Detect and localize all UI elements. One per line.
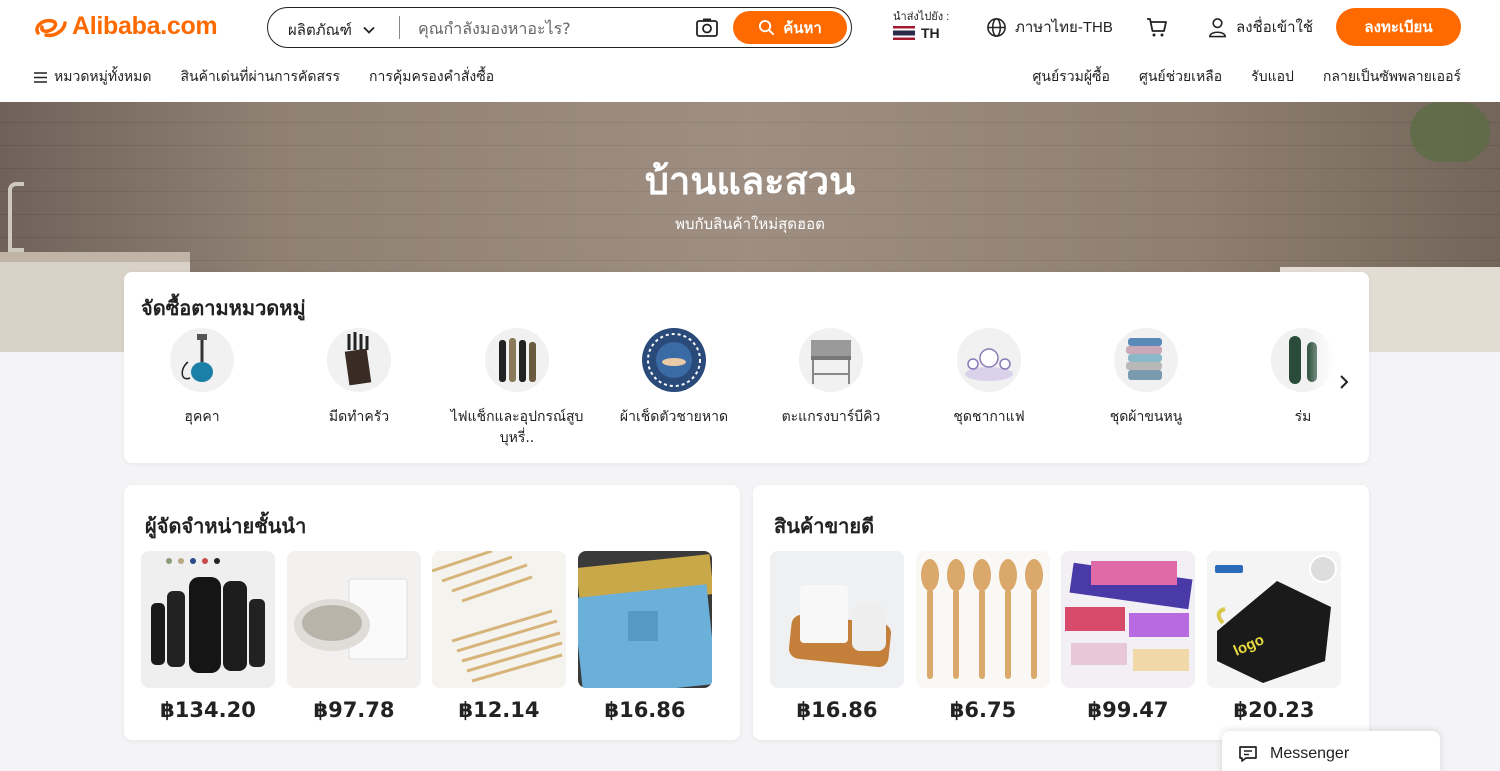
search-icon [759, 19, 775, 36]
category-label: ชุดผ้าขนหนู [1109, 409, 1183, 425]
category-item-lighters[interactable]: ไฟแช็กและอุปกรณ์สูบบุหรี่.. [437, 328, 597, 449]
category-item-tea-set[interactable]: ชุดชากาแฟ [909, 328, 1069, 428]
category-label: ฮุคคา [184, 409, 220, 425]
nav-featured-selections[interactable]: สินค้าเด่นที่ผ่านการคัดสรร [180, 66, 340, 88]
product-price: ฿99.47 [1087, 698, 1169, 722]
category-carousel: จัดซื้อตามหมวดหมู่ ฮุคคา มีดทำครัว ไฟแช็… [124, 272, 1369, 463]
chat-icon [1239, 745, 1257, 762]
camera-icon[interactable] [695, 16, 719, 40]
scented-candle-image [287, 551, 421, 688]
nav-help-center[interactable]: ศูนย์ช่วยเหลือ [1139, 66, 1222, 88]
product-price: ฿134.20 [160, 698, 256, 722]
category-section-title: จัดซื้อตามหมวดหมู่ [141, 296, 306, 320]
product-card[interactable]: ฿16.86 [770, 551, 904, 722]
cart-icon[interactable] [1145, 15, 1169, 39]
ship-to-selector[interactable]: นำส่งไปยัง : TH [893, 9, 949, 41]
product-card[interactable]: ฿16.86 [578, 551, 712, 722]
signin-link[interactable]: ลงชื่อเข้าใช้ [1207, 15, 1313, 39]
nav-all-categories[interactable]: หมวดหมู่ทั้งหมด [34, 66, 151, 88]
category-item-bbq-grill[interactable]: ตะแกรงบาร์บีคิว [751, 328, 911, 428]
knife-block-icon [327, 328, 391, 392]
search-input[interactable] [418, 16, 688, 40]
nav-order-protection[interactable]: การคุ้มครองคำสั่งซื้อ [369, 66, 494, 88]
search-type-dropdown[interactable]: ผลิตภัณฑ์ [288, 18, 376, 42]
lighters-icon [485, 328, 549, 392]
ship-to-country: TH [921, 25, 940, 41]
best-sellers-title: สินค้าขายดี [774, 514, 875, 538]
product-card[interactable]: ฿99.47 [1061, 551, 1195, 722]
messenger-label: Messenger [1270, 744, 1350, 762]
product-price: ฿16.86 [796, 698, 878, 722]
thailand-flag-icon [893, 26, 915, 40]
search-divider [399, 16, 400, 39]
nav-buyer-central[interactable]: ศูนย์รวมผู้ซื้อ [1033, 66, 1110, 88]
hero-counter-edge [0, 252, 190, 262]
category-item-kitchen-knives[interactable]: มีดทำครัว [279, 328, 439, 428]
signin-label: ลงชื่อเข้าใช้ [1236, 19, 1314, 36]
site-header: Alibaba.com ผลิตภัณฑ์ ค้นหา นำส่งไปยัง :… [0, 0, 1500, 102]
water-bottles-image [141, 551, 275, 688]
alibaba-logo[interactable]: Alibaba.com [32, 12, 218, 41]
chevron-right-icon[interactable] [1337, 375, 1351, 389]
product-card[interactable]: ฿6.75 [916, 551, 1050, 722]
search-type-label: ผลิตภัณฑ์ [288, 22, 352, 39]
carousel-fade [1309, 272, 1369, 463]
search-button[interactable]: ค้นหา [733, 11, 847, 44]
globe-icon [987, 17, 1006, 37]
category-item-towel-set[interactable]: ชุดผ้าขนหนู [1066, 328, 1226, 428]
top-suppliers-section: ผู้จัดจำหน่ายชั้นนำ ฿134.20 ฿97.78 ฿12.1… [124, 485, 740, 740]
candle-tray-image [770, 551, 904, 688]
user-icon [1209, 18, 1226, 38]
ship-to-label: นำส่งไปยัง : [893, 11, 950, 23]
hookah-icon [170, 328, 234, 392]
beach-towel-icon [642, 328, 706, 392]
category-label: มีดทำครัว [328, 409, 390, 425]
product-price: ฿97.78 [313, 698, 395, 722]
category-label: ชุดชากาแฟ [953, 409, 1025, 425]
product-card[interactable]: logo ฿20.23 [1207, 551, 1341, 722]
language-selector[interactable]: ภาษาไทย-THB [986, 15, 1113, 39]
hero-subtitle: พบกับสินค้าใหม่สุดฮอต [675, 215, 825, 233]
logo-towels-image: logo [1207, 551, 1341, 688]
alibaba-logo-icon [35, 18, 67, 37]
category-item-hookah[interactable]: ฮุคคา [124, 328, 282, 428]
wooden-spoons-image [916, 551, 1050, 688]
product-card[interactable]: ฿97.78 [287, 551, 421, 722]
product-price: ฿16.86 [604, 698, 686, 722]
product-price: ฿6.75 [949, 698, 1017, 722]
tea-set-icon [957, 328, 1021, 392]
messenger-widget[interactable]: Messenger [1222, 731, 1440, 771]
microfiber-towel-image [578, 551, 712, 688]
logo-text: Alibaba.com [72, 12, 218, 40]
language-label: ภาษาไทย-THB [1015, 19, 1113, 36]
category-label: ไฟแช็กและอุปกรณ์สูบบุหรี่.. [450, 409, 584, 446]
product-price: ฿20.23 [1233, 698, 1315, 722]
register-button[interactable]: ลงทะเบียน [1336, 8, 1461, 46]
top-suppliers-title: ผู้จัดจำหน่ายชั้นนำ [145, 514, 307, 538]
search-bar: ผลิตภัณฑ์ ค้นหา [267, 7, 852, 48]
category-label: ตะแกรงบาร์บีคิว [781, 409, 881, 425]
nav-become-supplier[interactable]: กลายเป็นซัพพลายเออร์ [1323, 66, 1461, 88]
menu-icon [34, 71, 47, 83]
nav-all-categories-label: หมวดหมู่ทั้งหมด [54, 68, 152, 84]
chevron-down-icon [363, 26, 375, 34]
bbq-grill-icon [799, 328, 863, 392]
nav-get-app[interactable]: รับแอป [1251, 66, 1294, 88]
search-button-label: ค้นหา [783, 19, 822, 37]
product-card[interactable]: ฿134.20 [141, 551, 275, 722]
hero-title: บ้านและสวน [644, 159, 856, 203]
product-card[interactable]: ฿12.14 [432, 551, 566, 722]
category-label: ผ้าเช็ดตัวชายหาด [619, 409, 729, 425]
towel-set-icon [1114, 328, 1178, 392]
best-sellers-section: สินค้าขายดี ฿16.86 ฿6.75 ฿99.47 logo ฿20… [753, 485, 1369, 740]
bamboo-skewers-image [432, 551, 566, 688]
secondary-nav: ศูนย์รวมผู้ซื้อ ศูนย์ช่วยเหลือ รับแอป กล… [1004, 66, 1461, 88]
product-price: ฿12.14 [458, 698, 540, 722]
main-nav: หมวดหมู่ทั้งหมด สินค้าเด่นที่ผ่านการคัดส… [34, 66, 523, 88]
soap-roses-image [1061, 551, 1195, 688]
category-item-beach-towels[interactable]: ผ้าเช็ดตัวชายหาด [594, 328, 754, 428]
